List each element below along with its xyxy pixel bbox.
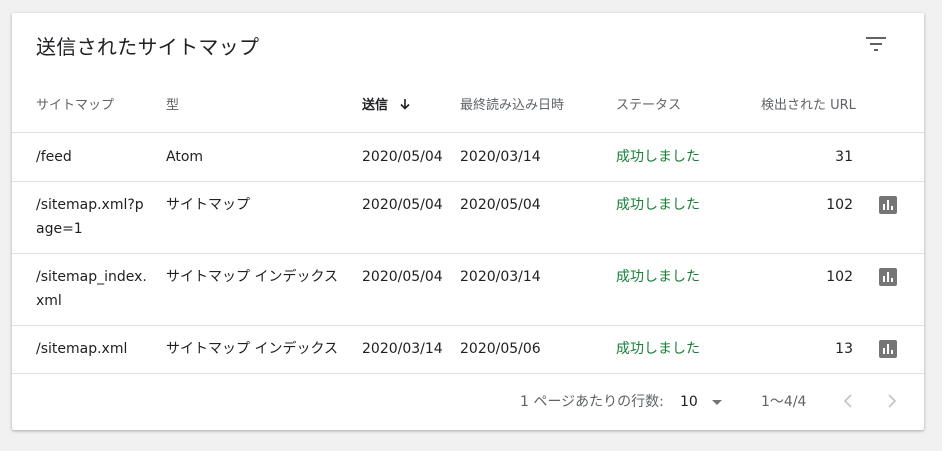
filter-button[interactable]: [862, 30, 890, 58]
last-read-date: 2020/05/04: [460, 197, 541, 213]
status-text: 成功しました: [616, 269, 700, 285]
column-header-submitted-label: 送信: [362, 98, 389, 113]
table-header-row: サイトマップ 型 送信 最終読み込み日時 ステータス 検出された URL: [12, 83, 924, 133]
table-row[interactable]: /sitemap_index.xml サイトマップ インデックス 2020/05…: [12, 254, 924, 326]
status-text: 成功しました: [616, 197, 700, 213]
table-row[interactable]: /feed Atom 2020/05/04 2020/03/14 成功しました …: [12, 133, 924, 182]
table-row[interactable]: /sitemap.xml?page=1 サイトマップ 2020/05/04 20…: [12, 182, 924, 254]
last-read-date: 2020/05/06: [460, 341, 541, 357]
table-row[interactable]: /sitemap.xml サイトマップ インデックス 2020/03/14 20…: [12, 326, 924, 374]
card-title: 送信されたサイトマップ: [36, 35, 260, 59]
sitemap-path: /sitemap.xml: [36, 341, 128, 357]
sitemap-type: サイトマップ: [166, 197, 250, 213]
sitemap-path: /feed: [36, 149, 72, 165]
view-chart-button[interactable]: [878, 267, 898, 287]
submitted-date: 2020/05/04: [362, 197, 443, 213]
arrow-down-icon: [399, 99, 410, 110]
discovered-url-count: 13: [835, 341, 853, 357]
status-text: 成功しました: [616, 149, 700, 165]
bar-chart-icon: [879, 196, 897, 214]
bar-chart-icon: [879, 340, 897, 358]
pagination-footer: 1 ページあたりの行数: 10 1〜4/4: [12, 373, 924, 430]
status-text: 成功しました: [616, 341, 700, 357]
sitemap-type: サイトマップ インデックス: [166, 269, 339, 285]
view-chart-button[interactable]: [878, 195, 898, 215]
chevron-right-icon: [888, 394, 897, 408]
column-header-last-read[interactable]: 最終読み込み日時: [460, 94, 564, 118]
previous-page-button[interactable]: [836, 389, 860, 413]
filter-icon: [866, 37, 886, 51]
column-header-status[interactable]: ステータス: [616, 94, 681, 118]
discovered-url-count: 31: [835, 149, 853, 165]
next-page-button[interactable]: [880, 389, 904, 413]
column-header-submitted[interactable]: 送信: [362, 94, 411, 118]
dropdown-caret-icon: [712, 400, 722, 405]
submitted-date: 2020/03/14: [362, 341, 443, 357]
sitemap-type: サイトマップ インデックス: [166, 341, 339, 357]
discovered-url-count: 102: [826, 197, 853, 213]
sitemap-path: /sitemap.xml?page=1: [36, 197, 144, 237]
pagination-range: 1〜4/4: [761, 394, 807, 410]
view-chart-button[interactable]: [878, 339, 898, 359]
submitted-date: 2020/05/04: [362, 149, 443, 165]
last-read-date: 2020/03/14: [460, 269, 541, 285]
chevron-left-icon: [843, 394, 852, 408]
submitted-sitemaps-card: 送信されたサイトマップ サイトマップ 型 送信 最終読み込み日時 ステータス 検…: [12, 13, 924, 430]
bar-chart-icon: [879, 268, 897, 286]
rows-per-page-value: 10: [680, 394, 698, 410]
sitemap-path: /sitemap_index.xml: [36, 269, 147, 309]
column-header-sitemap[interactable]: サイトマップ: [36, 94, 114, 118]
last-read-date: 2020/03/14: [460, 149, 541, 165]
sitemap-type: Atom: [166, 149, 204, 165]
rows-per-page-label: 1 ページあたりの行数:: [520, 394, 664, 410]
submitted-date: 2020/05/04: [362, 269, 443, 285]
discovered-url-count: 102: [826, 269, 853, 285]
rows-per-page-select[interactable]: 10: [680, 390, 726, 414]
column-header-type[interactable]: 型: [166, 94, 179, 118]
column-header-discovered-urls[interactable]: 検出された URL: [761, 94, 856, 118]
